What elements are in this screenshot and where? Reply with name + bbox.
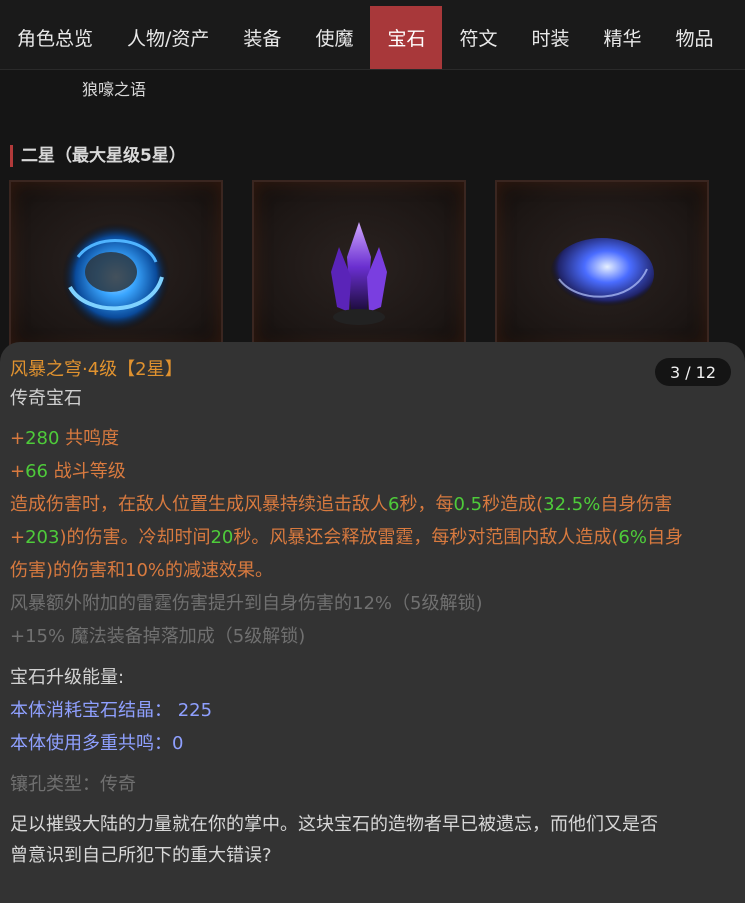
gem-card-storm-dome[interactable] [9,180,223,350]
tab-essence[interactable]: 精华 [587,6,659,69]
tab-bar: 角色总览 人物/资产 装备 使魔 宝石 符文 时装 精华 物品 [0,0,745,70]
tab-fashion[interactable]: 时装 [514,6,586,69]
gem-card-blue-orb[interactable] [495,180,709,350]
effect-line-3: 伤害)的伤害和10%的减速效果。 [10,560,274,581]
effect-line-1: 造成伤害时，在敌人位置生成风暴持续追击敌人6秒，每0.5秒造成(32.5%自身伤… [10,494,673,515]
gem-title: 风暴之穹·4级【2星】 [10,359,183,380]
effect-line-2: +203)的伤害。冷却时间20秒。风暴还会释放雷霆，每秒对范围内敌人造成(6%自… [10,527,683,548]
stat-resonance: +280 共鸣度 [10,428,120,449]
gem-card-purple-crystal[interactable] [252,180,466,350]
section-title: 二星（最大星级5星） [10,145,186,167]
gem-detail-panel: 3 / 12 风暴之穹·4级【2星】 传奇宝石 +280 共鸣度 +66 战斗等… [0,342,745,903]
tab-character-assets[interactable]: 人物/资产 [110,6,226,69]
locked-effect-2: +15% 魔法装备掉落加成（5级解锁) [10,626,306,647]
flavor-text-2: 曾意识到自己所犯下的重大错误? [10,845,272,866]
crystal-gem-icon [331,222,387,325]
stat-combat-level: +66 战斗等级 [10,461,126,482]
tab-familiar[interactable]: 使魔 [298,6,370,69]
storm-gem-icon [62,223,170,331]
socket-type: 镶孔类型：传奇 [10,774,136,795]
upgrade-resonance: 本体使用多重共鸣：0 [10,733,184,754]
tab-gems[interactable]: 宝石 [370,6,443,69]
character-name: 狼嚎之语 [82,80,147,99]
tab-overview[interactable]: 角色总览 [0,6,110,69]
tab-runes[interactable]: 符文 [442,6,514,69]
gem-type: 传奇宝石 [10,388,82,409]
flavor-text-1: 足以摧毁大陆的力量就在你的掌中。这块宝石的造物者早已被遗忘，而他们又是否 [10,814,658,835]
orb-gem-icon [550,238,654,310]
gem-counter: 3 / 12 [655,358,731,386]
upgrade-title: 宝石升级能量: [10,667,125,688]
upgrade-consume: 本体消耗宝石结晶： 225 [10,700,213,721]
tab-equipment[interactable]: 装备 [226,6,298,69]
locked-effect-1: 风暴额外附加的雷霆伤害提升到自身伤害的12%（5级解锁) [10,593,483,614]
tab-items[interactable]: 物品 [659,6,731,69]
